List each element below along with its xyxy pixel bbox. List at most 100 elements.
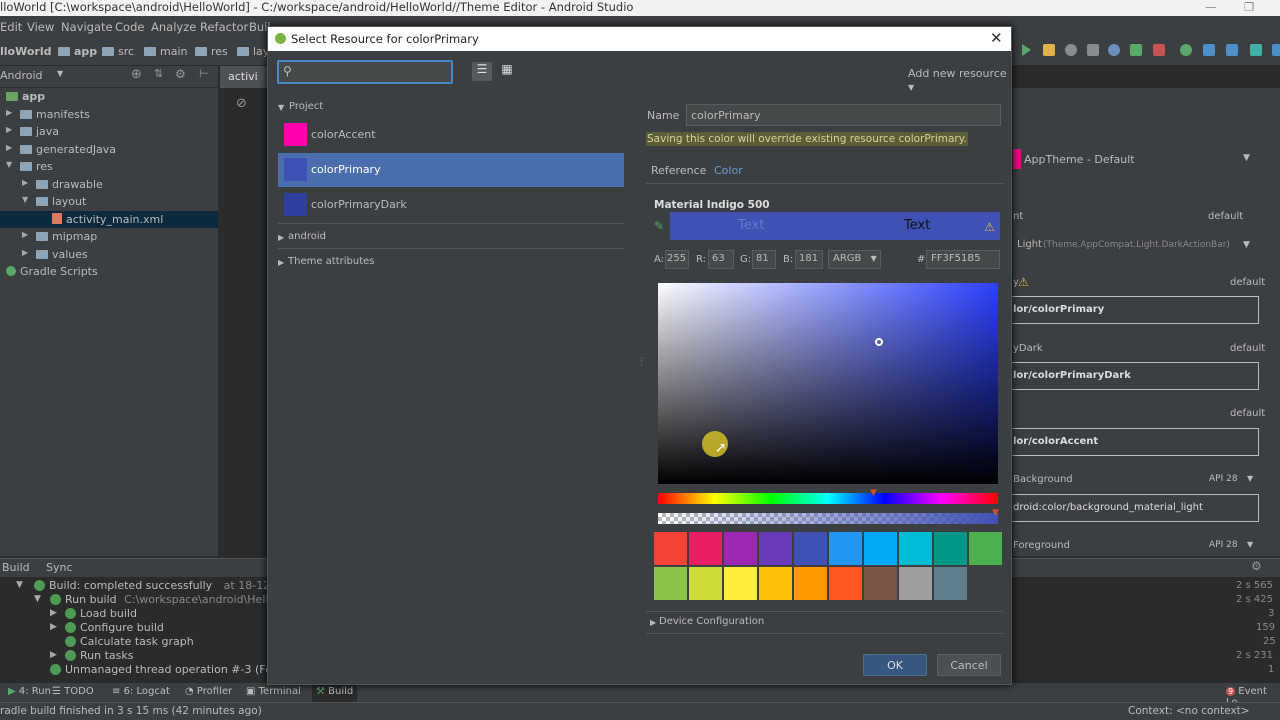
palette-swatch[interactable]: [759, 567, 792, 600]
project-view-selector[interactable]: Android: [0, 69, 43, 82]
color-primary-field[interactable]: lor/colorPrimary: [1008, 296, 1259, 324]
breadcrumb-main[interactable]: main: [144, 45, 187, 58]
tool-tab-profiler[interactable]: ◔ Profiler: [185, 686, 232, 697]
tree-item-app[interactable]: app: [6, 90, 45, 103]
chevron-right-icon[interactable]: ▶: [278, 233, 284, 242]
stop-icon[interactable]: [1153, 44, 1165, 56]
chevron-down-icon[interactable]: ▼: [1243, 240, 1250, 250]
editor-tab[interactable]: activi: [220, 66, 270, 88]
hue-slider-handle[interactable]: ▼: [870, 488, 877, 498]
sync-icon[interactable]: [1180, 44, 1192, 56]
breadcrumb-res[interactable]: res: [195, 45, 228, 58]
palette-swatch[interactable]: [864, 567, 897, 600]
build-line-load[interactable]: Load build: [65, 607, 137, 620]
chevron-right-icon[interactable]: ▶: [650, 618, 656, 627]
palette-swatch[interactable]: [794, 567, 827, 600]
hue-slider[interactable]: ▼: [658, 488, 998, 504]
chevron-right-icon[interactable]: ▶: [6, 125, 12, 134]
tree-item-res[interactable]: ▼ res: [6, 160, 53, 173]
tree-item-activity-main-xml[interactable]: activity_main.xml: [52, 213, 163, 226]
red-field[interactable]: 63: [708, 250, 734, 269]
avd-manager-icon[interactable]: [1203, 44, 1215, 56]
palette-swatch[interactable]: [724, 567, 757, 600]
palette-swatch[interactable]: [969, 532, 1002, 565]
tree-item-manifests[interactable]: ▶ manifests: [6, 108, 90, 121]
chevron-right-icon[interactable]: ▶: [50, 608, 57, 618]
chevron-right-icon[interactable]: ▶: [22, 248, 28, 257]
tab-sync[interactable]: Sync: [46, 561, 73, 574]
menu-analyze[interactable]: Analyze: [151, 20, 196, 34]
tool-tab-todo[interactable]: ☰ TODO: [52, 686, 94, 697]
palette-swatch[interactable]: [689, 532, 722, 565]
gear-icon[interactable]: ⚙: [1251, 559, 1262, 573]
tree-item-gradle-scripts[interactable]: Gradle Scripts: [6, 265, 98, 278]
search-everywhere-icon[interactable]: [1272, 44, 1280, 56]
eyedropper-icon[interactable]: ✎: [654, 219, 664, 233]
build-line-run-build[interactable]: Run build C:\workspace\android\HelloWor: [50, 593, 297, 606]
saturation-value-picker[interactable]: ➚: [658, 283, 998, 484]
target-icon[interactable]: ⊕: [131, 67, 142, 82]
group-android[interactable]: android: [288, 231, 326, 242]
tool-tab-terminal[interactable]: ▣ Terminal: [246, 686, 301, 697]
tab-reference[interactable]: Reference: [651, 164, 706, 177]
chevron-down-icon[interactable]: ▼: [57, 69, 63, 78]
chevron-right-icon[interactable]: ▶: [6, 108, 12, 117]
attr-value[interactable]: default: [1208, 211, 1243, 222]
alpha-slider[interactable]: ▼: [658, 508, 999, 524]
palette-swatch[interactable]: [934, 567, 967, 600]
tree-item-mipmap[interactable]: ▶ mipmap: [22, 230, 97, 243]
name-field[interactable]: colorPrimary: [686, 104, 1001, 126]
breadcrumb-project[interactable]: lloWorld: [0, 45, 51, 58]
palette-swatch[interactable]: [899, 532, 932, 565]
cancel-button[interactable]: Cancel: [937, 654, 1001, 676]
palette-swatch[interactable]: [899, 567, 932, 600]
chevron-down-icon[interactable]: ▼: [6, 160, 12, 169]
ok-button[interactable]: OK: [863, 654, 927, 676]
picker-handle[interactable]: [875, 338, 883, 346]
build-line-unmanaged[interactable]: Unmanaged thread operation #-3 (ForkJoin: [50, 663, 303, 676]
list-view-icon[interactable]: ☰: [472, 62, 492, 81]
status-context[interactable]: Context: <no context>: [1128, 705, 1250, 717]
build-line-run-tasks[interactable]: Run tasks: [65, 649, 133, 662]
attach-debugger-icon[interactable]: [1108, 44, 1120, 56]
resource-row-colorprimarydark[interactable]: colorPrimaryDark: [278, 188, 624, 222]
collapse-icon[interactable]: ⇅: [154, 67, 163, 80]
parent-theme-label[interactable]: Light: [1017, 239, 1042, 250]
resource-row-colorprimary[interactable]: colorPrimary: [278, 153, 624, 187]
tool-tab-run[interactable]: ▶ 4: Run: [8, 686, 51, 697]
tool-tab-build[interactable]: ⚒ Build: [312, 683, 358, 702]
chevron-right-icon[interactable]: ▶: [50, 622, 57, 632]
search-input[interactable]: ⚲: [277, 60, 453, 84]
build-status-line[interactable]: Build: completed successfully at 18-12-2…: [34, 579, 302, 592]
color-primary-dark-field[interactable]: lor/colorPrimaryDark: [1008, 362, 1259, 390]
profile-icon[interactable]: [1087, 44, 1099, 56]
minimize-icon[interactable]: —: [1205, 0, 1217, 14]
chevron-down-icon[interactable]: ▼: [1247, 474, 1253, 483]
palette-swatch[interactable]: [829, 532, 862, 565]
chevron-right-icon[interactable]: ▶: [22, 230, 28, 239]
chevron-down-icon[interactable]: ▼: [1243, 153, 1250, 163]
tab-build[interactable]: Build: [2, 561, 30, 574]
tree-item-drawable[interactable]: ▶ drawable: [22, 178, 103, 191]
hide-icon[interactable]: ⊢: [199, 67, 209, 80]
resource-row-coloraccent[interactable]: colorAccent: [278, 118, 624, 152]
tree-item-generatedjava[interactable]: ▶ generatedJava: [6, 143, 116, 156]
tree-item-values[interactable]: ▶ values: [22, 248, 88, 261]
alpha-field[interactable]: 255: [665, 250, 689, 269]
device-configuration-toggle[interactable]: Device Configuration: [659, 616, 764, 627]
debug-icon[interactable]: [1065, 44, 1077, 56]
breadcrumb-layout[interactable]: lay: [237, 45, 269, 58]
chevron-down-icon[interactable]: ▼: [1247, 540, 1253, 549]
tab-color[interactable]: Color: [714, 164, 743, 177]
close-icon[interactable]: ✕: [990, 29, 1003, 47]
palette-swatch[interactable]: [724, 532, 757, 565]
tree-item-java[interactable]: ▶ java: [6, 125, 59, 138]
build-line-configure[interactable]: Configure build: [65, 621, 164, 634]
orientation-icon[interactable]: ⊘: [236, 96, 247, 111]
theme-selector[interactable]: AppTheme - Default: [1024, 153, 1135, 166]
chevron-down-icon[interactable]: ▼: [278, 103, 284, 112]
chevron-down-icon[interactable]: ▼: [22, 195, 28, 204]
breadcrumb-src[interactable]: src: [102, 45, 134, 58]
palette-swatch[interactable]: [654, 567, 687, 600]
palette-swatch[interactable]: [689, 567, 722, 600]
